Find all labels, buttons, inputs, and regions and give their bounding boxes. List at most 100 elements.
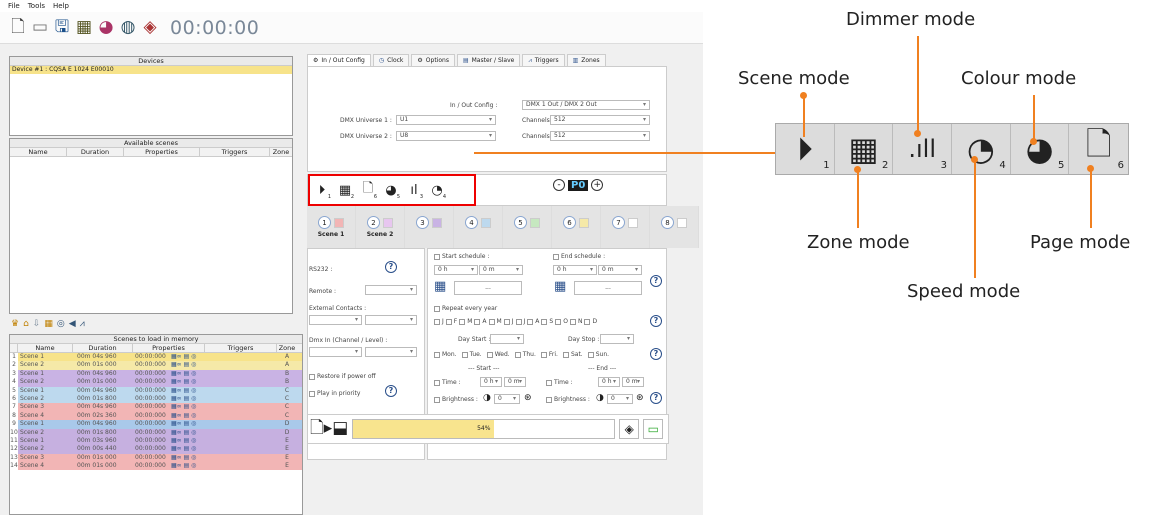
scene-slot-3[interactable]: 3 (405, 206, 454, 248)
table-row[interactable]: 5 Scene 1 00m 04s 960 00:00:000 ▦∞ ▤ ◎ C (10, 386, 302, 395)
month-checkbox[interactable]: J (434, 318, 444, 325)
laptop-icon[interactable]: ▭ (643, 419, 664, 439)
contacts-select-2[interactable] (365, 315, 417, 325)
grid-small-icon[interactable]: ▦ (44, 319, 53, 329)
ch2-select[interactable]: 512 (550, 131, 650, 141)
start-hour-input[interactable]: 0 h (434, 265, 478, 275)
day-checkbox[interactable]: Wed. (486, 351, 510, 358)
contacts-select-1[interactable] (309, 315, 362, 325)
end-time-checkbox[interactable]: Time : (546, 379, 573, 386)
scene-slot-4[interactable]: 4 (454, 206, 503, 248)
day-stop-select[interactable] (600, 334, 634, 344)
colour-mode-button[interactable]: ◕ 5 (381, 180, 401, 201)
cube-icon[interactable]: ◈ (140, 17, 160, 39)
table-row[interactable]: 3 Scene 1 00m 04s 960 00:00:000 ▦∞ ▤ ◎ B (10, 369, 302, 379)
month-checkbox[interactable]: O (555, 318, 568, 325)
dmxin-select-1[interactable] (309, 347, 362, 357)
u1-select[interactable]: U1 (396, 115, 496, 125)
u2-select[interactable]: U8 (396, 131, 496, 141)
scene-mode-button[interactable]: ⏵ 1 (312, 180, 332, 201)
scene-slot-8[interactable]: 8 (650, 206, 699, 248)
end-time-h[interactable]: 0 h (598, 377, 620, 387)
col-zone[interactable]: Zone (270, 148, 292, 156)
day-start-select[interactable] (490, 334, 524, 344)
start-time-m[interactable]: 0 m (504, 377, 526, 387)
table-row[interactable]: 2 Scene 2 00m 01s 000 00:00:000 ▦∞ ▤ ◎ A (10, 361, 302, 370)
end-brightness-checkbox[interactable]: Brightness : (546, 396, 590, 403)
end-schedule-checkbox[interactable]: End schedule : (553, 253, 605, 260)
month-checkbox[interactable]: D (584, 318, 597, 325)
plus-button[interactable]: + (591, 179, 604, 191)
rs232-help-icon[interactable]: ? (385, 261, 397, 273)
day-checkbox[interactable]: Sun. (587, 351, 609, 358)
start-calendar-icon[interactable]: ▦ (434, 279, 446, 294)
tab-clock[interactable]: ◷ Clock (372, 54, 410, 66)
month-checkbox[interactable]: A (474, 318, 487, 325)
filter-icon[interactable]: ⇩ (33, 319, 41, 329)
start-link-icon[interactable]: ⊛ (524, 393, 532, 403)
speed-mode-button[interactable]: ◔ 4 (427, 180, 447, 201)
day-checkbox[interactable]: Fri. (540, 351, 558, 358)
month-checkbox[interactable]: S (541, 318, 553, 325)
day-checkbox[interactable]: Mon. (434, 351, 457, 358)
col-triggers[interactable]: Triggers (200, 148, 270, 156)
month-checkbox[interactable]: M (488, 318, 502, 325)
table-row[interactable]: 11 Scene 1 00m 03s 960 00:00:000 ▦∞ ▤ ◎ E (10, 436, 302, 446)
month-checkbox[interactable]: M (459, 318, 472, 325)
priority-checkbox[interactable]: Play in priority (309, 390, 360, 397)
col-duration[interactable]: Duration (67, 148, 124, 156)
crown-icon[interactable]: ♛ (11, 319, 19, 329)
mcol-triggers[interactable]: Triggers (205, 344, 277, 352)
grid-icon[interactable]: ▦ (74, 17, 94, 39)
month-checkbox[interactable]: A (527, 318, 539, 325)
months-help-icon[interactable]: ? (650, 315, 662, 327)
end-calendar-icon[interactable]: ▦ (554, 279, 566, 294)
table-row[interactable]: 4 Scene 2 00m 01s 000 00:00:000 ▦∞ ▤ ◎ B (10, 378, 302, 387)
dimmer-mode-button[interactable]: ıl 3 (404, 180, 424, 201)
repeat-checkbox[interactable]: Repeat every year (434, 305, 497, 312)
start-schedule-checkbox[interactable]: Start schedule : (434, 253, 489, 260)
table-row[interactable]: 7 Scene 3 00m 04s 960 00:00:000 ▦∞ ▤ ◎ C (10, 403, 302, 412)
start-time-h[interactable]: 0 h (480, 377, 502, 387)
month-checkbox[interactable]: J (515, 318, 525, 325)
home-icon[interactable]: ⌂ (23, 319, 29, 329)
start-date-field[interactable]: ... (454, 281, 522, 295)
mcol-duration[interactable]: Duration (73, 344, 133, 352)
mcol-properties[interactable]: Properties (133, 344, 205, 352)
tab-in-out-config[interactable]: ⚙ In / Out Config (307, 54, 371, 66)
start-brightness-checkbox[interactable]: Brightness : (434, 396, 478, 403)
scene-slot-2[interactable]: 2 Scene 2 (356, 206, 405, 248)
table-row[interactable]: 10 Scene 2 00m 01s 800 00:00:000 ▦∞ ▤ ◎ D (10, 428, 302, 437)
days-help-icon[interactable]: ? (650, 348, 662, 360)
col-name[interactable]: Name (10, 148, 67, 156)
globe-icon[interactable]: ◍ (118, 17, 138, 39)
scene-slot-5[interactable]: 5 (503, 206, 552, 248)
scene-slot-7[interactable]: 7 (601, 206, 650, 248)
tab-options[interactable]: ⚙ Options (411, 54, 455, 66)
color-wheel-icon[interactable]: ◕ (96, 17, 116, 39)
start-time-checkbox[interactable]: Time : (434, 379, 461, 386)
day-checkbox[interactable]: Sat. (562, 351, 583, 358)
mcol-name[interactable]: Name (18, 344, 73, 352)
scene-slot-1[interactable]: 1 Scene 1 (307, 206, 356, 248)
save-icon[interactable]: 🖫 (52, 17, 72, 39)
table-row[interactable]: 14 Scene 4 00m 01s 000 00:00:000 ▦∞ ▤ ◎ E (10, 462, 302, 471)
tab-triggers[interactable]: ⩘ Triggers (522, 54, 565, 66)
circle-icon[interactable]: ◎ (57, 319, 65, 329)
end-brightness-value[interactable]: 0 (607, 394, 633, 404)
remote-select[interactable] (365, 285, 417, 295)
open-folder-icon[interactable]: ▭ (30, 17, 50, 39)
end-hour-input[interactable]: 0 h (553, 265, 597, 275)
end-link-icon[interactable]: ⊛ (636, 393, 644, 403)
end-date-field[interactable]: ... (574, 281, 642, 295)
page-mode-button[interactable]: 🗋 6 (358, 180, 378, 200)
ch1-select[interactable]: 512 (550, 115, 650, 125)
table-row[interactable]: 12 Scene 2 00m 00s 440 00:00:000 ▦∞ ▤ ◎ E (10, 445, 302, 454)
start-min-input[interactable]: 0 m (479, 265, 523, 275)
io-config-select[interactable]: DMX 1 Out / DMX 2 Out (522, 100, 650, 110)
minus-button[interactable]: - (553, 179, 565, 191)
device-item[interactable]: Device #1 : CQSA E 1024 E00010 (10, 66, 292, 74)
zone-mode-button[interactable]: ▦ 2 (335, 180, 355, 201)
end-min-input[interactable]: 0 m (598, 265, 642, 275)
date-help-icon[interactable]: ? (650, 275, 662, 287)
